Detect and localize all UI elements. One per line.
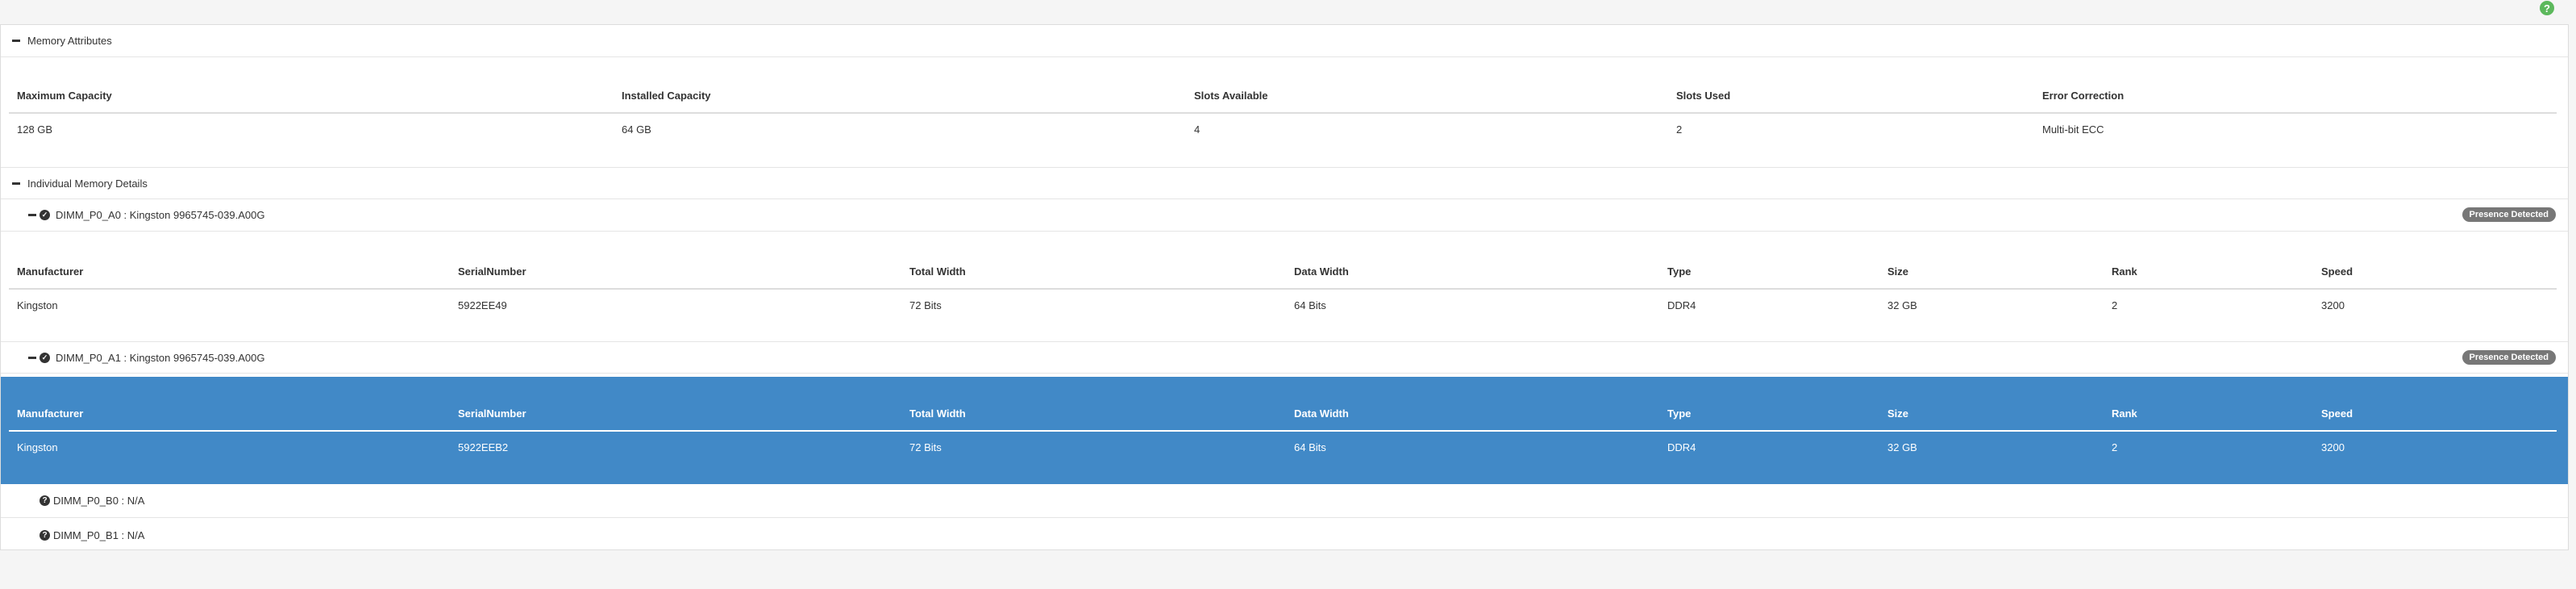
column-header: Size: [1887, 265, 1909, 278]
check-circle-icon: ✓: [40, 352, 50, 363]
column-header: Data Width: [1294, 265, 1349, 278]
dimm-label: DIMM_P0_A1 : Kingston 9965745-039.A00G: [56, 351, 265, 364]
question-circle-icon: ?: [40, 495, 50, 506]
collapse-minus-icon[interactable]: [28, 356, 36, 359]
column-header: SerialNumber: [458, 265, 526, 278]
help-icon[interactable]: ?: [2540, 1, 2554, 15]
status-badge: Presence Detected: [2462, 350, 2556, 365]
table-cell: Kingston: [17, 441, 58, 453]
column-header: Type: [1667, 407, 1692, 420]
table-cell: 2: [2112, 299, 2118, 311]
column-header: Error Correction: [2042, 90, 2124, 102]
dimm-a0-header[interactable]: ✓ DIMM_P0_A0 : Kingston 9965745-039.A00G…: [1, 199, 2568, 232]
table-cell: DDR4: [1667, 299, 1696, 311]
column-header: Manufacturer: [17, 407, 84, 420]
column-header: Type: [1667, 265, 1692, 278]
table-row: Kingston 5922EE49 72 Bits 64 Bits DDR4 3…: [9, 290, 2557, 322]
memory-panel: Memory Attributes Maximum Capacity Insta…: [0, 24, 2569, 550]
section-title: Individual Memory Details: [27, 177, 148, 190]
table-cell: 4: [1194, 123, 1201, 136]
column-header: Maximum Capacity: [17, 90, 112, 102]
table-cell: 64 GB: [622, 123, 651, 136]
table-row: 128 GB 64 GB 4 2 Multi-bit ECC: [9, 114, 2557, 146]
table-cell: 2: [2112, 441, 2118, 453]
memory-attributes-header[interactable]: Memory Attributes: [1, 25, 2568, 57]
dimm-label: DIMM_P0_B1 : N/A: [53, 528, 145, 541]
table-row: Kingston 5922EEB2 72 Bits 64 Bits DDR4 3…: [9, 432, 2557, 464]
column-header: Speed: [2321, 265, 2353, 278]
memory-attributes-table: Maximum Capacity Installed Capacity Slot…: [9, 80, 2557, 146]
column-header: Rank: [2112, 407, 2137, 420]
column-header: SerialNumber: [458, 407, 526, 420]
table-cell: 128 GB: [17, 123, 53, 136]
column-header: Total Width: [909, 407, 966, 420]
column-header: Slots Used: [1676, 90, 1731, 102]
collapse-minus-icon[interactable]: [12, 182, 20, 185]
table-cell: DDR4: [1667, 441, 1696, 453]
section-title: Memory Attributes: [27, 35, 112, 47]
dimm-b0-row[interactable]: ? DIMM_P0_B0 : N/A: [1, 484, 2568, 518]
table-header-row: Manufacturer SerialNumber Total Width Da…: [9, 256, 2557, 290]
table-cell: 5922EEB2: [458, 441, 509, 453]
collapse-minus-icon[interactable]: [28, 214, 36, 216]
table-header-row: Manufacturer SerialNumber Total Width Da…: [9, 398, 2557, 432]
table-cell: 72 Bits: [909, 299, 942, 311]
dimm-label: DIMM_P0_B0 : N/A: [53, 495, 145, 507]
column-header: Total Width: [909, 265, 966, 278]
column-header: Size: [1887, 407, 1909, 420]
column-header: Slots Available: [1194, 90, 1268, 102]
column-header: Rank: [2112, 265, 2137, 278]
dimm-label: DIMM_P0_A0 : Kingston 9965745-039.A00G: [56, 209, 265, 221]
column-header: Data Width: [1294, 407, 1349, 420]
table-cell: 32 GB: [1887, 299, 1917, 311]
table-cell: 3200: [2321, 441, 2345, 453]
column-header: Manufacturer: [17, 265, 84, 278]
column-header: Installed Capacity: [622, 90, 711, 102]
table-cell: 5922EE49: [458, 299, 507, 311]
dimm-b1-row[interactable]: ? DIMM_P0_B1 : N/A: [1, 518, 2568, 552]
dimm-a0-table: Manufacturer SerialNumber Total Width Da…: [9, 256, 2557, 322]
table-cell: Kingston: [17, 299, 58, 311]
question-circle-icon: ?: [40, 529, 50, 541]
individual-memory-details-header[interactable]: Individual Memory Details: [1, 167, 2568, 199]
table-cell: 2: [1676, 123, 1683, 136]
dimm-a1-table[interactable]: Manufacturer SerialNumber Total Width Da…: [9, 398, 2557, 464]
table-cell: 32 GB: [1887, 441, 1917, 453]
dimm-a1-header[interactable]: ✓ DIMM_P0_A1 : Kingston 9965745-039.A00G…: [1, 341, 2568, 374]
table-cell: 3200: [2321, 299, 2345, 311]
collapse-minus-icon[interactable]: [12, 40, 20, 42]
table-cell: 64 Bits: [1294, 441, 1326, 453]
table-cell: Multi-bit ECC: [2042, 123, 2104, 136]
table-cell: 72 Bits: [909, 441, 942, 453]
status-badge: Presence Detected: [2462, 207, 2556, 222]
column-header: Speed: [2321, 407, 2353, 420]
check-circle-icon: ✓: [40, 210, 50, 220]
table-cell: 64 Bits: [1294, 299, 1326, 311]
table-header-row: Maximum Capacity Installed Capacity Slot…: [9, 80, 2557, 114]
